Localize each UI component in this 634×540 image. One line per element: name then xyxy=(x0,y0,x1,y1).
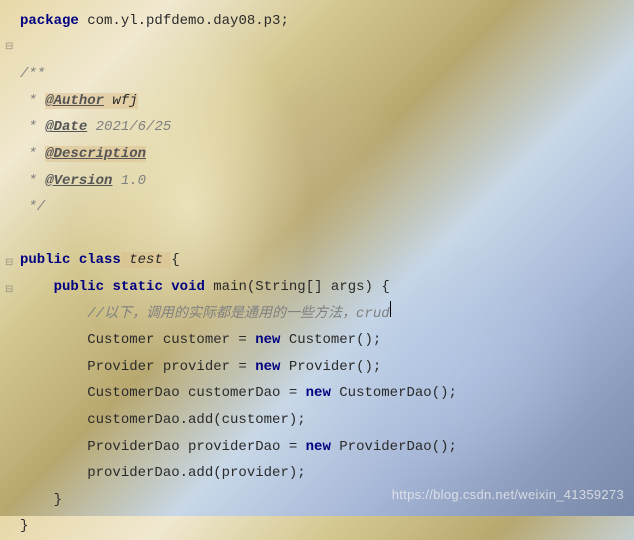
code-line: Customer customer = new Customer(); xyxy=(20,327,634,354)
javadoc-version-value: 1.0 xyxy=(112,173,146,189)
class-name: test xyxy=(121,252,171,268)
code-line: package com.yl.pdfdemo.day08.p3; xyxy=(20,8,634,35)
keyword-class: class xyxy=(79,252,121,268)
method-name-main: main xyxy=(205,279,247,295)
code-line: Provider provider = new Provider(); xyxy=(20,354,634,381)
javadoc-tag-version: @Version xyxy=(45,173,112,189)
code-line: ProviderDao providerDao = new ProviderDa… xyxy=(20,434,634,461)
code-line: customerDao.add(customer); xyxy=(20,407,634,434)
inline-comment: //以下，调用的实际都是通用的一些方法，crud xyxy=(87,306,389,322)
keyword-new: new xyxy=(306,439,331,455)
javadoc-close: */ xyxy=(20,194,634,221)
fold-marker-icon[interactable]: ⊟ xyxy=(5,38,13,57)
javadoc-tag-author: @Author xyxy=(45,93,104,109)
keyword-void: void xyxy=(171,279,205,295)
javadoc-open: /** xyxy=(20,61,634,88)
closing-brace: } xyxy=(20,513,634,540)
fold-marker-icon[interactable]: ⊟ xyxy=(5,254,13,273)
blank-line xyxy=(20,35,634,62)
method-declaration: public static void main(String[] args) { xyxy=(20,274,634,301)
editor-gutter: ⊟ ⊟ ⊟ xyxy=(0,0,20,516)
fold-marker-icon[interactable]: ⊟ xyxy=(5,281,13,300)
keyword-new: new xyxy=(306,385,331,401)
watermark-text: https://blog.csdn.net/weixin_41359273 xyxy=(392,483,624,508)
keyword-new: new xyxy=(255,359,280,375)
keyword-static: static xyxy=(112,279,162,295)
javadoc-tag-description: @Description xyxy=(45,146,146,162)
text-caret xyxy=(390,301,391,317)
method-params: (String[] args) xyxy=(247,279,381,295)
keyword-package: package xyxy=(20,13,79,29)
javadoc-line: * @Description xyxy=(20,141,634,168)
javadoc-author-value: wfj xyxy=(104,93,138,109)
javadoc-line: * @Version 1.0 xyxy=(20,168,634,195)
javadoc-line: * @Author wfj xyxy=(20,88,634,115)
code-line: CustomerDao customerDao = new CustomerDa… xyxy=(20,380,634,407)
keyword-new: new xyxy=(255,332,280,348)
javadoc-tag-date: @Date xyxy=(45,119,87,135)
class-declaration: public class test { xyxy=(20,247,634,274)
javadoc-date-value: 2021/6/25 xyxy=(87,119,171,135)
blank-line xyxy=(20,221,634,248)
code-editor[interactable]: package com.yl.pdfdemo.day08.p3; /** * @… xyxy=(0,0,634,516)
javadoc-line: * @Date 2021/6/25 xyxy=(20,114,634,141)
keyword-public: public xyxy=(54,279,104,295)
package-path: com.yl.pdfdemo.day08.p3; xyxy=(79,13,289,29)
keyword-public: public xyxy=(20,252,70,268)
comment-line: //以下，调用的实际都是通用的一些方法，crud xyxy=(20,301,634,328)
